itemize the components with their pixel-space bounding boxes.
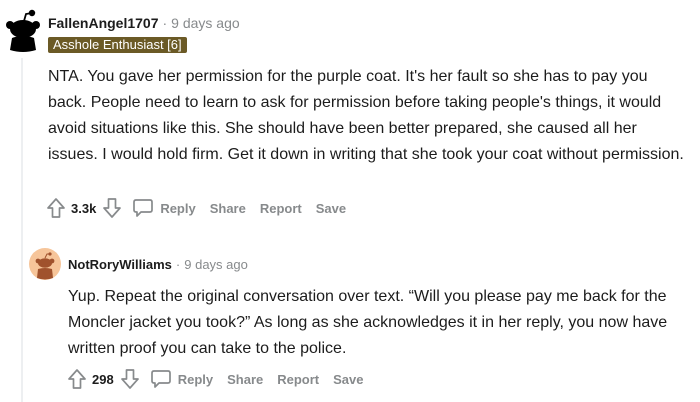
comment-header: FallenAngel1707 · 9 days ago — [48, 14, 240, 32]
downvote-icon[interactable] — [102, 197, 122, 219]
save-button[interactable]: Save — [333, 372, 363, 387]
upvote-icon[interactable] — [67, 368, 87, 390]
user-avatar[interactable] — [2, 8, 42, 52]
user-flair: Asshole Enthusiast [6] — [48, 37, 187, 53]
report-button[interactable]: Report — [260, 201, 302, 216]
user-avatar[interactable] — [29, 248, 61, 280]
downvote-icon[interactable] — [120, 368, 140, 390]
reply-label: Reply — [160, 200, 196, 216]
comment-body: Yup. Repeat the original conversation ov… — [68, 288, 668, 357]
vote-group: 3.3k — [46, 197, 122, 219]
vote-score: 298 — [92, 371, 114, 387]
comment-bubble-icon — [150, 370, 171, 388]
share-button[interactable]: Share — [227, 372, 263, 387]
separator: · — [175, 257, 181, 272]
reply-button[interactable]: Reply — [150, 369, 213, 389]
snoo-avatar-icon — [29, 248, 61, 280]
comment-body: NTA. You gave her permission for the pur… — [48, 68, 684, 163]
username[interactable]: FallenAngel1707 — [48, 15, 159, 31]
comment-header: NotRoryWilliams · 9 days ago — [68, 256, 248, 274]
save-button[interactable]: Save — [316, 201, 346, 216]
thread-collapse-line[interactable] — [21, 58, 23, 402]
username[interactable]: NotRoryWilliams — [68, 257, 172, 272]
upvote-icon[interactable] — [46, 197, 66, 219]
separator: · — [162, 15, 168, 31]
report-button[interactable]: Report — [277, 372, 319, 387]
comment-thread: FallenAngel1707 · 9 days ago Asshole Enthu… — [0, 0, 700, 402]
timestamp[interactable]: 9 days ago — [184, 257, 248, 272]
comment-action-bar: 298 Reply Share Report Save — [67, 367, 364, 391]
vote-group: 298 — [67, 368, 140, 390]
comment-bubble-icon — [133, 199, 154, 217]
snoo-silhouette-icon — [6, 9, 40, 52]
reply-button[interactable]: Reply — [132, 198, 196, 218]
share-button[interactable]: Share — [210, 201, 246, 216]
timestamp[interactable]: 9 days ago — [171, 15, 240, 31]
comment-action-bar: 3.3k Reply Share Report Save — [46, 196, 346, 220]
vote-score: 3.3k — [71, 200, 97, 216]
reply-label: Reply — [177, 371, 214, 387]
